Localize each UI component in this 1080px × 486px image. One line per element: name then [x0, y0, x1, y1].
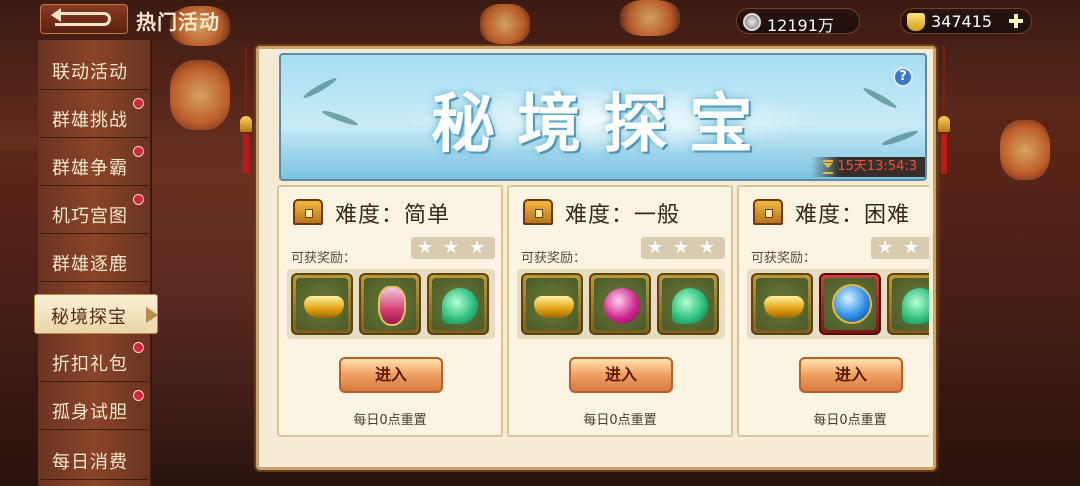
sidebar-item-label: 群雄争霸 — [52, 158, 128, 179]
difficulty-label: 难度：困难 — [795, 203, 911, 228]
reset-note: 每日0点重置 — [353, 413, 427, 428]
silver-currency: 12191万 — [736, 8, 860, 35]
enter-button[interactable]: 进入 — [569, 357, 673, 393]
activity-sidebar: 联动活动 群雄挑战 群雄争霸 机巧宫图 群雄逐鹿 秘境探宝 折扣礼包 孤身试胆 … — [34, 40, 158, 486]
star-icon: ★ — [699, 237, 716, 258]
tassel-decoration — [240, 46, 252, 176]
back-button[interactable] — [40, 4, 128, 34]
countdown-timer: 15天13:54:3 — [811, 157, 925, 177]
star-icon: ★ — [647, 237, 664, 258]
sidebar-item-label: 孤身试胆 — [52, 402, 128, 423]
secret-treasure-panel: 秘境探宝 ? 15天13:54:3 难度：简单 可获奖励： ★ ★ ★ 进入 每… — [256, 46, 936, 470]
gold-ingot-icon — [534, 296, 574, 318]
reset-note: 每日0点重置 — [583, 413, 657, 428]
sidebar-item-label: 每日消费 — [52, 452, 128, 473]
pink-gem-icon — [604, 288, 640, 324]
gold-currency: 347415 — [900, 8, 1032, 34]
silver-coin-icon — [743, 13, 761, 31]
hourglass-icon — [823, 160, 834, 174]
sidebar-item-label: 机巧宫图 — [52, 206, 128, 227]
sidebar-item-secret-treasure[interactable]: 秘境探宝 — [34, 294, 158, 334]
star-icon: ★ — [469, 237, 486, 258]
potion-icon — [378, 286, 406, 326]
sidebar-item-discount-pack[interactable]: 折扣礼包 — [40, 342, 148, 382]
gold-amount: 347415 — [931, 12, 993, 31]
reward-slot[interactable] — [589, 273, 651, 335]
countdown-text: 15天13:54:3 — [837, 159, 917, 174]
reward-slot[interactable] — [359, 273, 421, 335]
reset-note: 每日0点重置 — [813, 413, 887, 428]
star-rating: ★ ★ ★ — [871, 237, 929, 259]
reward-label: 可获奖励： — [291, 251, 357, 266]
reward-slots — [287, 269, 495, 339]
silver-amount: 12191万 — [767, 16, 834, 35]
star-rating: ★ ★ ★ — [411, 237, 495, 259]
treasure-chest-icon — [523, 199, 553, 225]
sidebar-item-label: 联动活动 — [52, 62, 128, 83]
reward-slot[interactable] — [427, 273, 489, 335]
sidebar-item-mechanism-palace[interactable]: 机巧宫图 — [40, 194, 148, 234]
notification-dot — [133, 98, 144, 109]
sidebar-item-solo-trial[interactable]: 孤身试胆 — [40, 390, 148, 430]
sidebar-item-heroes-chase[interactable]: 群雄逐鹿 — [40, 242, 148, 282]
page-title: 热门活动 — [136, 10, 220, 34]
difficulty-card-easy: 难度：简单 可获奖励： ★ ★ ★ 进入 每日0点重置 — [277, 185, 503, 437]
jade-icon — [442, 288, 478, 324]
jade-icon — [902, 288, 929, 324]
notification-dot — [133, 146, 144, 157]
top-bar: 热门活动 12191万 347415 — [0, 0, 1080, 40]
reward-slot[interactable] — [887, 273, 929, 335]
enter-button[interactable]: 进入 — [799, 357, 903, 393]
sidebar-item-label: 群雄逐鹿 — [52, 254, 128, 275]
star-icon: ★ — [673, 237, 690, 258]
jade-icon — [672, 288, 708, 324]
back-arrow-icon — [51, 8, 111, 26]
event-banner: 秘境探宝 ? 15天13:54:3 — [279, 53, 927, 181]
crystal-orb-icon — [832, 284, 872, 324]
difficulty-card-normal: 难度：一般 可获奖励： ★ ★ ★ 进入 每日0点重置 — [507, 185, 733, 437]
enter-button[interactable]: 进入 — [339, 357, 443, 393]
notification-dot — [133, 342, 144, 353]
sidebar-item-label: 折扣礼包 — [52, 354, 128, 375]
gold-ingot-icon — [907, 13, 925, 31]
sidebar-item-heroes-contest[interactable]: 群雄争霸 — [40, 146, 148, 186]
treasure-chest-icon — [293, 199, 323, 225]
notification-dot — [133, 194, 144, 205]
star-rating: ★ ★ ★ — [641, 237, 725, 259]
difficulty-label: 难度：简单 — [335, 203, 451, 228]
background-lantern — [1000, 120, 1050, 180]
reward-slot[interactable] — [751, 273, 813, 335]
reward-slot[interactable] — [819, 273, 881, 335]
reward-label: 可获奖励： — [521, 251, 587, 266]
help-button[interactable]: ? — [893, 67, 913, 87]
tassel-decoration — [938, 46, 950, 176]
reward-slot[interactable] — [657, 273, 719, 335]
plus-icon[interactable] — [1009, 14, 1023, 28]
star-icon: ★ — [443, 237, 460, 258]
difficulty-cards[interactable]: 难度：简单 可获奖励： ★ ★ ★ 进入 每日0点重置 难度：一般 可获奖励： … — [277, 185, 929, 441]
sidebar-item-label: 秘境探宝 — [51, 307, 127, 328]
difficulty-label: 难度：一般 — [565, 203, 681, 228]
treasure-chest-icon — [753, 199, 783, 225]
background-lantern — [170, 60, 230, 130]
gold-ingot-icon — [764, 296, 804, 318]
sidebar-item-linked-event[interactable]: 联动活动 — [40, 50, 148, 90]
star-icon: ★ — [877, 237, 894, 258]
reward-slot[interactable] — [291, 273, 353, 335]
reward-slots — [747, 269, 929, 339]
gold-ingot-icon — [304, 296, 344, 318]
reward-slot[interactable] — [521, 273, 583, 335]
star-icon: ★ — [903, 237, 920, 258]
sidebar-item-label: 群雄挑战 — [52, 110, 128, 131]
star-icon: ★ — [417, 237, 434, 258]
sidebar-item-heroes-challenge[interactable]: 群雄挑战 — [40, 98, 148, 138]
difficulty-card-hard: 难度：困难 可获奖励： ★ ★ ★ 进入 每日0点重置 — [737, 185, 929, 437]
reward-label: 可获奖励： — [751, 251, 817, 266]
reward-slots — [517, 269, 725, 339]
notification-dot — [133, 390, 144, 401]
banner-title: 秘境探宝 — [431, 87, 775, 162]
sidebar-item-daily-spend[interactable]: 每日消费 — [40, 440, 148, 480]
